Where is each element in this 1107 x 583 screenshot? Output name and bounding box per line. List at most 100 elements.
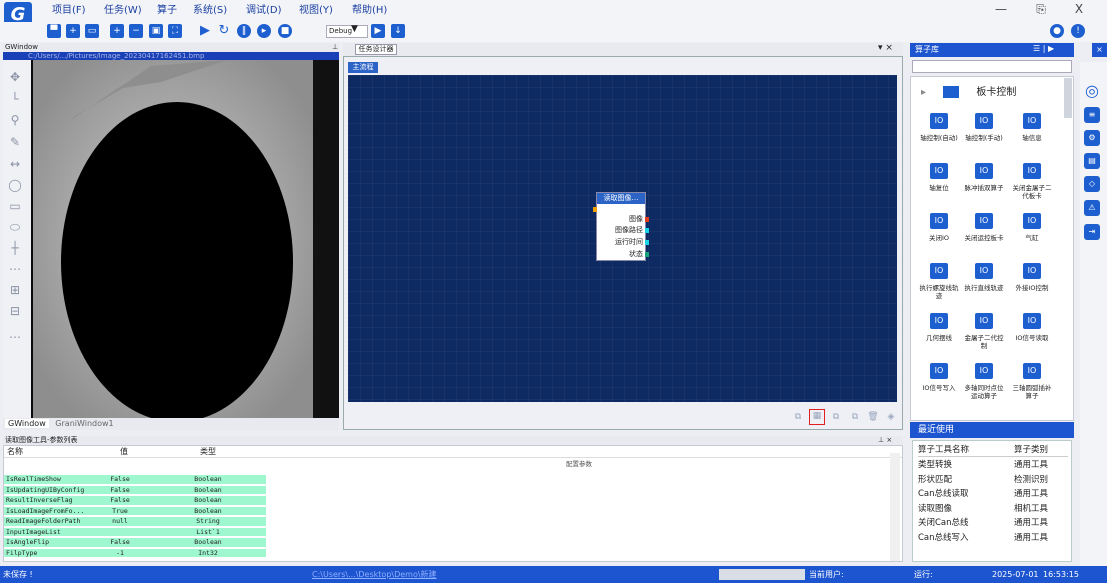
export-icon[interactable]: ↓	[391, 24, 405, 38]
loop-icon[interactable]: ↻	[217, 24, 231, 38]
user-icon[interactable]: ●	[1050, 24, 1064, 38]
input-port[interactable]	[593, 207, 597, 212]
operator-item[interactable]: IO 关闭IO	[917, 213, 961, 261]
sub-region-icon[interactable]: ⊟	[7, 304, 23, 318]
run-single-icon[interactable]: ▶	[371, 24, 385, 38]
operator-item[interactable]: IO 轴复位	[917, 163, 961, 211]
stop-icon[interactable]: ■	[278, 24, 292, 38]
recent-row[interactable]: 类型转换 通用工具	[918, 458, 1068, 472]
delete-icon[interactable]: 🗑	[867, 411, 879, 423]
operator-item[interactable]: IO 金屠子二代控制	[962, 313, 1006, 361]
tab-graniwindow1[interactable]: GraniWindow1	[55, 419, 113, 428]
fullscreen-icon[interactable]: ⛶	[168, 24, 182, 38]
menu-task[interactable]: 任务(W)	[104, 3, 142, 19]
category-row[interactable]: ▸ 板卡控制	[921, 86, 1061, 100]
layers-icon[interactable]: ◇	[1084, 176, 1100, 192]
copy-icon[interactable]: ⧉	[792, 411, 804, 423]
pause-icon[interactable]: ‖	[237, 24, 251, 38]
zoom-in-icon[interactable]: +	[110, 24, 124, 38]
settings-icon[interactable]: ⚙	[1084, 130, 1100, 146]
param-row[interactable]: IsUpdatingUIByConfig False Boolean	[4, 485, 266, 494]
clear-icon[interactable]: ◈	[885, 411, 897, 423]
measure-icon[interactable]: ↔	[7, 157, 23, 171]
operator-item[interactable]: IO IO信号写入	[917, 363, 961, 411]
param-row[interactable]: ResultInverseFlag False Boolean	[4, 496, 266, 505]
operator-item[interactable]: IO 几何摆线	[917, 313, 961, 361]
tab-gwindow[interactable]: GWindow	[5, 419, 49, 428]
table-icon[interactable]: ▤	[1084, 153, 1100, 169]
param-row[interactable]: FilpType -1 Int32	[4, 548, 266, 557]
target-icon[interactable]: ◎	[1084, 83, 1100, 99]
scrollbar[interactable]	[1064, 78, 1072, 118]
info-icon[interactable]: !	[1071, 24, 1085, 38]
step-icon[interactable]: ▸	[257, 24, 271, 38]
params-scrollbar[interactable]	[890, 453, 900, 561]
recent-row[interactable]: Can总线写入 通用工具	[918, 531, 1068, 545]
params-close-icon[interactable]: ⊥ ×	[878, 436, 892, 444]
pin-icon[interactable]: ⊥	[332, 43, 338, 51]
minimize-button[interactable]: —	[991, 2, 1011, 16]
duplicate-icon[interactable]: ⧉	[849, 411, 861, 423]
add-region-icon[interactable]: ⊞	[7, 283, 23, 297]
port-image-pin[interactable]	[645, 217, 649, 222]
port-runtime-pin[interactable]	[645, 240, 649, 245]
rect-roi-icon[interactable]: ▭	[7, 199, 23, 213]
export-panel-icon[interactable]: ⇥	[1084, 224, 1100, 240]
param-row[interactable]: IsRealTimeShow False Boolean	[4, 475, 266, 484]
chevron-down-icon[interactable]: ▼	[351, 24, 358, 34]
library-close-icon[interactable]: ×	[1092, 43, 1107, 57]
zoom-out-icon[interactable]: −	[129, 24, 143, 38]
param-row[interactable]: ReadImageFolderPath null String	[4, 517, 266, 526]
operator-item[interactable]: IO 外接IO控制	[1010, 263, 1054, 311]
operator-item[interactable]: IO 关闭运控板卡	[962, 213, 1006, 261]
close-icon[interactable]: ▾ ×	[878, 43, 893, 53]
operator-item[interactable]: IO 轴信息	[1010, 113, 1054, 161]
open-icon[interactable]: ▭	[85, 24, 99, 38]
operator-item[interactable]: IO 关闭金屠子二代板卡	[1010, 163, 1054, 211]
circle-roi-icon[interactable]: ◯	[7, 178, 23, 192]
highlighted-tool-icon[interactable]: ▦	[809, 409, 825, 425]
operator-item[interactable]: IO 执行螺旋线轨迹	[917, 263, 961, 311]
library-search-input[interactable]	[912, 60, 1072, 73]
debug-select[interactable]: Debug	[326, 25, 368, 38]
param-row[interactable]: InputImageList List`1	[4, 527, 266, 536]
operator-item[interactable]: IO 气缸	[1010, 213, 1054, 261]
menu-help[interactable]: 帮助(H)	[352, 3, 387, 19]
recent-row[interactable]: 关闭Can总线 通用工具	[918, 516, 1068, 530]
port-path-pin[interactable]	[645, 228, 649, 233]
menu-view[interactable]: 视图(Y)	[299, 3, 333, 19]
list-icon[interactable]: ≡	[1084, 107, 1100, 123]
close-button[interactable]: X	[1069, 2, 1089, 16]
warning-icon[interactable]: ⚠	[1084, 200, 1100, 216]
operator-item[interactable]: IO 执行直线轨迹	[962, 263, 1006, 311]
magnify-icon[interactable]: ⚲	[7, 113, 23, 127]
menu-project[interactable]: 项目(F)	[52, 3, 86, 19]
read-image-node[interactable]: 读取图像… 图像 图像路径 运行时间 状态	[593, 192, 649, 261]
recent-row[interactable]: Can总线读取 通用工具	[918, 487, 1068, 501]
operator-item[interactable]: IO IO信号读取	[1010, 313, 1054, 361]
fit-icon[interactable]: ▣	[149, 24, 163, 38]
operator-item[interactable]: IO 多轴同时点位运动算子	[962, 363, 1006, 411]
param-row[interactable]: IsAngleFlip False Boolean	[4, 538, 266, 547]
menu-operator[interactable]: 算子	[157, 3, 177, 19]
new-icon[interactable]: +	[66, 24, 80, 38]
pen-icon[interactable]: ✎	[7, 135, 23, 149]
move-icon[interactable]: ✥	[7, 70, 23, 84]
operator-item[interactable]: IO 脉冲插双算子	[962, 163, 1006, 211]
operator-item[interactable]: IO 轴控制(手动)	[962, 113, 1006, 161]
operator-item[interactable]: IO 轴控制(自动)	[917, 113, 961, 161]
image-view[interactable]	[31, 60, 339, 418]
ellipse-roi-icon[interactable]: ⬭	[7, 220, 23, 234]
run-icon[interactable]: ▶	[198, 24, 212, 38]
coordinate-icon[interactable]: └	[7, 92, 23, 106]
line-roi-icon[interactable]: ┼	[7, 241, 23, 255]
tab-task-designer[interactable]: 任务设计器	[355, 44, 397, 55]
save-icon[interactable]: ▀	[47, 24, 61, 38]
operator-item[interactable]: IO 三轴圆弧插补算子	[1010, 363, 1054, 411]
paste-icon[interactable]: ⧉	[830, 411, 842, 423]
param-row[interactable]: IsLoadImageFromFo... True Boolean	[4, 506, 266, 515]
menu-system[interactable]: 系统(S)	[193, 3, 227, 19]
library-menu-icon[interactable]: ☰ | ▶	[1033, 44, 1054, 53]
recent-row[interactable]: 形状匹配 检测识别	[918, 473, 1068, 487]
restore-button[interactable]: ⎘	[1031, 2, 1051, 17]
